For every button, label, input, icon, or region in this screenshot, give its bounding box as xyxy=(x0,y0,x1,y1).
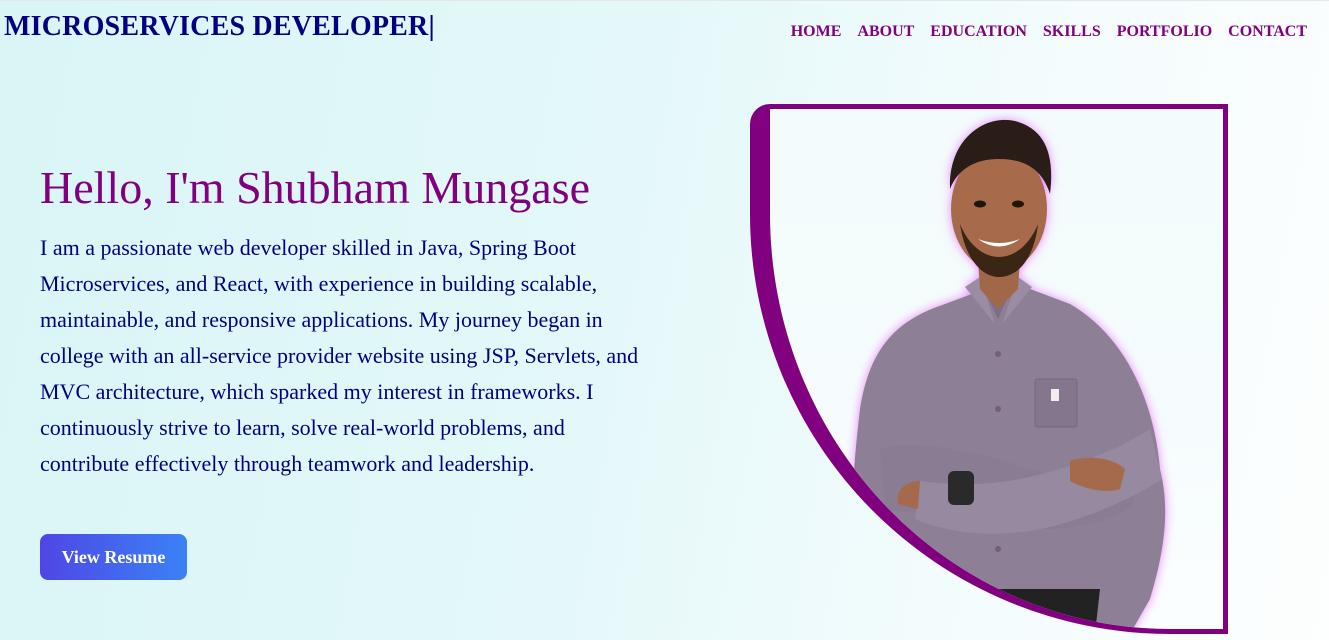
nav-home-link[interactable]: HOME xyxy=(791,23,842,41)
profile-photo xyxy=(853,119,1166,629)
nav-contact-link[interactable]: CONTACT xyxy=(1228,23,1307,41)
hero-title: Hello, I'm Shubham Mungase xyxy=(40,162,591,213)
typing-cursor: | xyxy=(428,11,435,42)
main-nav: HOME ABOUT EDUCATION SKILLS PORTFOLIO CO… xyxy=(791,23,1307,41)
brand-text: MICROSERVICES DEVELOPER xyxy=(4,11,429,42)
view-resume-button[interactable]: View Resume xyxy=(40,534,187,580)
nav-skills-link[interactable]: SKILLS xyxy=(1043,23,1101,41)
brand-typing-title: MICROSERVICES DEVELOPER| xyxy=(4,11,435,43)
nav-portfolio-link[interactable]: PORTFOLIO xyxy=(1117,23,1212,41)
portrait-frame xyxy=(750,104,1228,634)
hero-description: I am a passionate web developer skilled … xyxy=(40,235,639,476)
site-header: MICROSERVICES DEVELOPER| HOME ABOUT EDUC… xyxy=(0,1,1329,61)
nav-education-link[interactable]: EDUCATION xyxy=(930,23,1027,41)
nav-about-link[interactable]: ABOUT xyxy=(857,23,914,41)
